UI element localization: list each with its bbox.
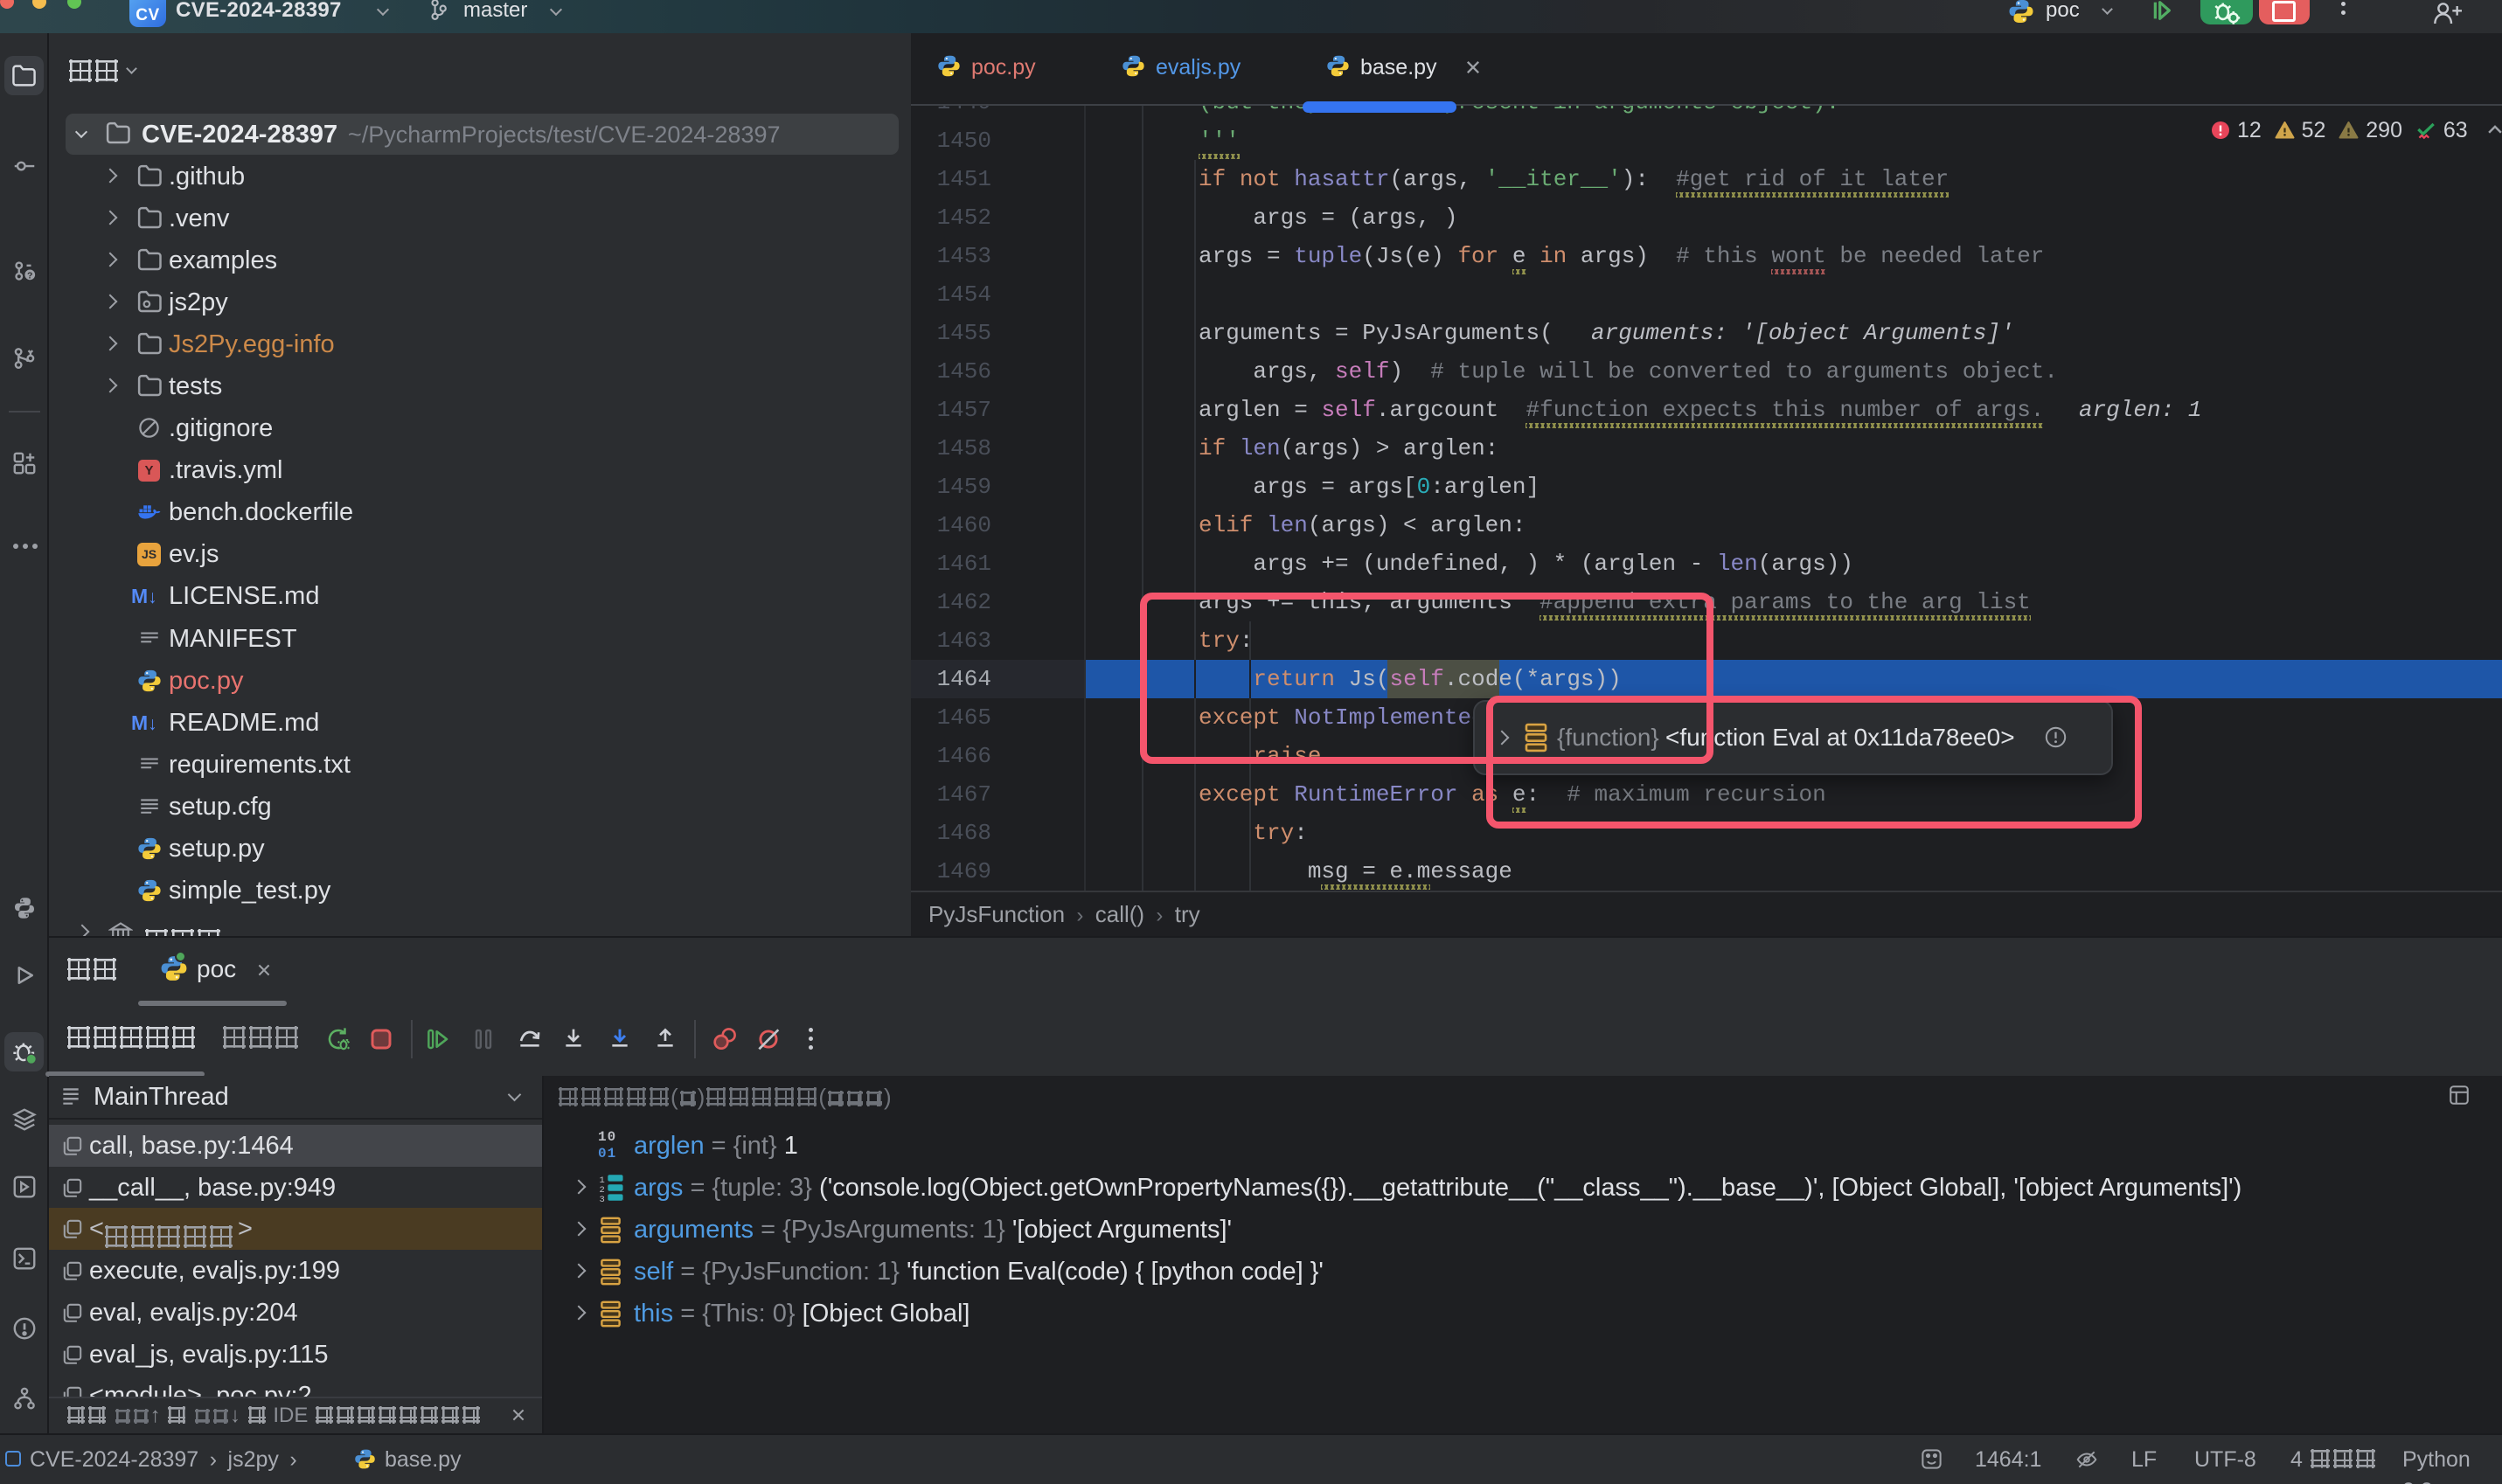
svg-text:3: 3 xyxy=(599,1195,604,1202)
svg-text:?: ? xyxy=(27,270,32,281)
